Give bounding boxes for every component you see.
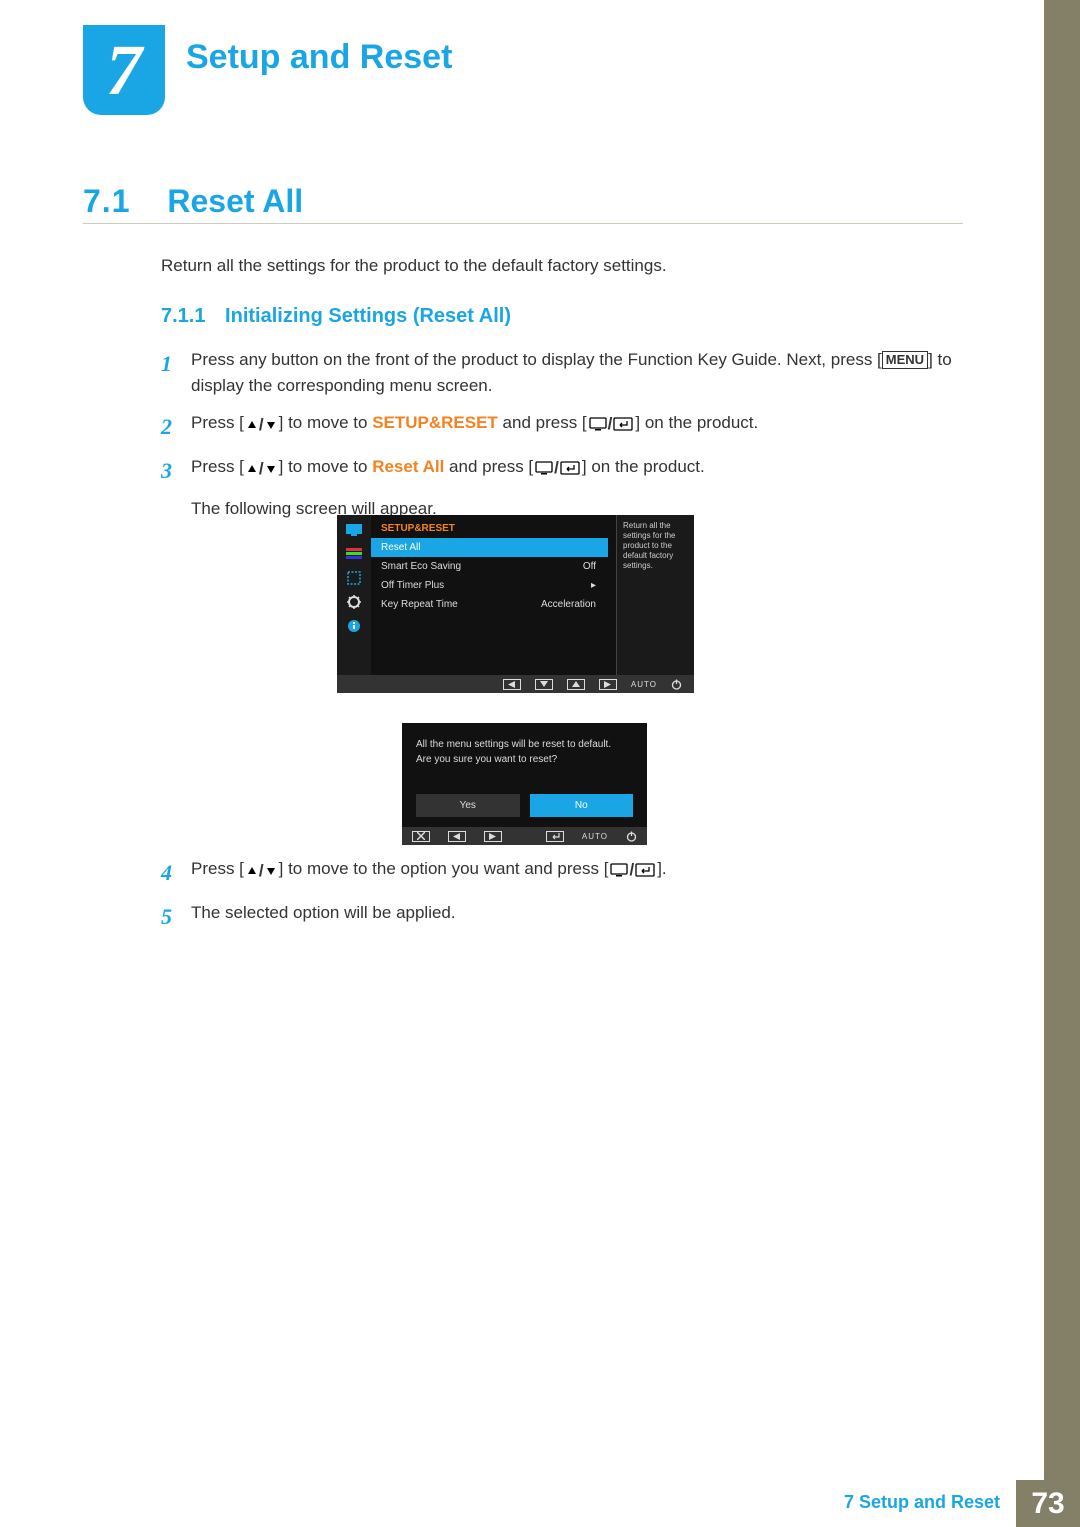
nav-down-icon <box>535 679 553 690</box>
nav-right-icon <box>484 831 502 842</box>
subsection-number: 7.1.1 <box>161 305 205 327</box>
section-heading: 7.1 Reset All <box>83 183 303 220</box>
nav-up-icon <box>567 679 585 690</box>
color-tab-icon <box>345 545 363 563</box>
osd-nav-bar: AUTO <box>402 827 647 845</box>
info-tab-icon <box>345 617 363 635</box>
menu-key-icon: MENU <box>882 351 928 369</box>
confirm-no-button: No <box>530 794 634 817</box>
highlight-setup-reset: SETUP&RESET <box>372 413 498 432</box>
section-title: Reset All <box>167 183 303 219</box>
power-icon <box>626 831 637 842</box>
subsection-title: Initializing Settings (Reset All) <box>225 305 511 327</box>
chapter-badge: 7 <box>83 25 165 115</box>
nav-left-icon <box>503 679 521 690</box>
osd-nav-bar: AUTO <box>337 675 694 693</box>
step-3: 3 Press [ / ] to move to Reset All and p… <box>161 454 961 523</box>
chapter-number: 7 <box>106 29 142 112</box>
picture-tab-icon <box>345 521 363 539</box>
confirm-yes-button: Yes <box>416 794 520 817</box>
nav-auto-label: AUTO <box>631 680 657 689</box>
up-down-keys-icon: / <box>246 412 277 438</box>
close-icon <box>412 831 430 842</box>
step-1: 1 Press any button on the front of the p… <box>161 347 961 400</box>
footer-chapter-label: 7 Setup and Reset <box>844 1480 1016 1527</box>
confirm-line1: All the menu settings will be reset to d… <box>416 737 633 752</box>
subsection-heading: 7.1.1 Initializing Settings (Reset All) <box>161 305 511 328</box>
osd-row-selected: Reset All <box>371 538 608 557</box>
step-5: 5 The selected option will be applied. <box>161 900 961 934</box>
setup-tab-icon <box>345 593 363 611</box>
up-down-keys-icon: / <box>246 456 277 482</box>
page-footer: 7 Setup and Reset 73 <box>0 1480 1080 1527</box>
source-enter-keys-icon: / <box>589 411 634 437</box>
section-intro: Return all the settings for the product … <box>161 256 667 276</box>
highlight-reset-all: Reset All <box>372 457 444 476</box>
page-sidebar <box>1044 0 1080 1480</box>
osd-row: Key Repeat TimeAcceleration <box>371 595 608 614</box>
nav-auto-label: AUTO <box>582 832 608 841</box>
up-down-keys-icon: / <box>246 858 277 884</box>
power-icon <box>671 679 682 690</box>
source-enter-keys-icon: / <box>610 857 655 883</box>
section-number: 7.1 <box>83 183 130 219</box>
step-2: 2 Press [ / ] to move to SETUP&RESET and… <box>161 410 961 444</box>
osd-help-panel: Return all the settings for the product … <box>616 515 694 675</box>
osd-confirm-screenshot: All the menu settings will be reset to d… <box>402 723 647 845</box>
chapter-title: Setup and Reset <box>186 38 452 77</box>
osd-tab-strip <box>337 515 371 675</box>
confirm-line2: Are you sure you want to reset? <box>416 752 633 767</box>
page-number: 73 <box>1016 1480 1080 1527</box>
osd-row: Off Timer Plus▸ <box>371 576 608 595</box>
osd-row: Smart Eco SavingOff <box>371 557 608 576</box>
size-tab-icon <box>345 569 363 587</box>
source-enter-keys-icon: / <box>535 455 580 481</box>
enter-icon <box>546 831 564 842</box>
nav-left-icon <box>448 831 466 842</box>
step-4: 4 Press [ / ] to move to the option you … <box>161 856 961 890</box>
section-rule <box>83 223 963 224</box>
nav-right-icon <box>599 679 617 690</box>
osd-title: SETUP&RESET <box>371 519 608 538</box>
osd-menu-screenshot: SETUP&RESET Reset All Smart Eco SavingOf… <box>337 515 694 705</box>
